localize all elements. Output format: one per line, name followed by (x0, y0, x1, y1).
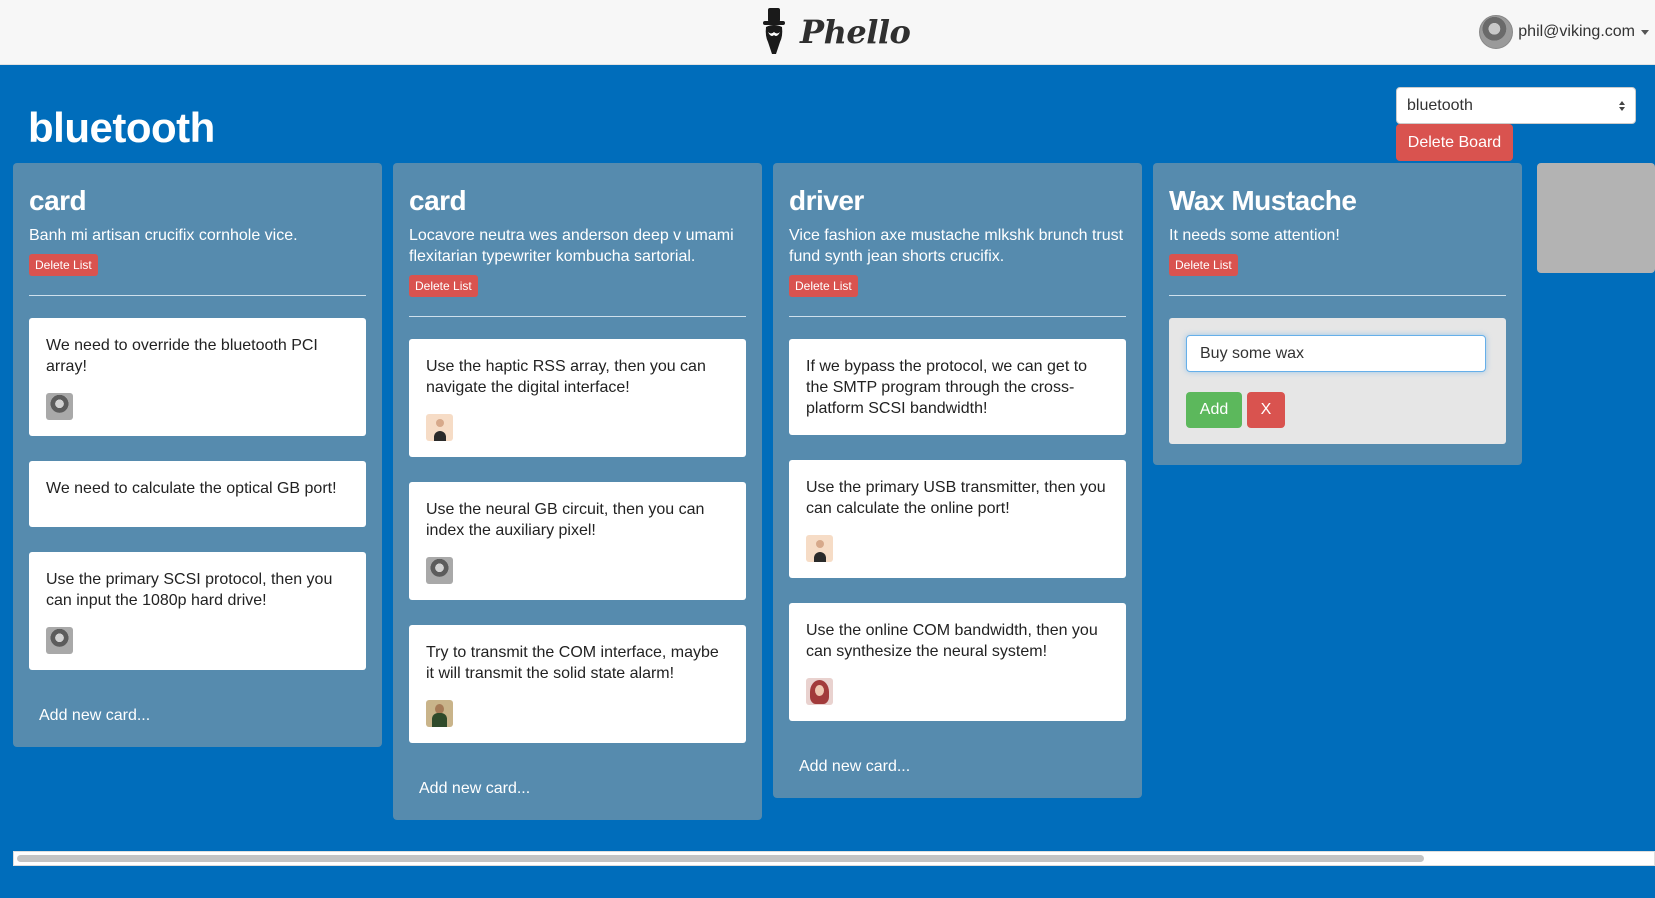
brand[interactable]: Phello (760, 8, 911, 56)
mustache-man-logo-icon (763, 8, 785, 54)
list-title[interactable]: card (409, 183, 746, 219)
chevron-down-icon (1641, 29, 1649, 35)
member-avatar (46, 627, 73, 654)
add-card-button[interactable]: Add (1186, 392, 1242, 428)
divider (789, 316, 1126, 317)
user-email: phil@viking.com (1518, 23, 1635, 40)
list: card Locavore neutra wes anderson deep v… (393, 163, 762, 820)
card-text: Use the neural GB circuit, then you can … (426, 501, 705, 539)
card-text: Use the haptic RSS array, then you can n… (426, 358, 706, 396)
member-avatar (426, 557, 453, 584)
card[interactable]: Use the primary USB transmitter, then yo… (789, 460, 1126, 578)
member-avatar (426, 414, 453, 441)
card[interactable]: Use the neural GB circuit, then you can … (409, 482, 746, 600)
divider (29, 295, 366, 296)
select-arrows-icon (1619, 100, 1625, 111)
card[interactable]: We need to calculate the optical GB port… (29, 461, 366, 527)
add-new-card-link[interactable]: Add new card... (789, 746, 1126, 798)
card-text: Try to transmit the COM interface, maybe… (426, 644, 719, 682)
new-card-input[interactable]: Buy some wax (1186, 335, 1486, 372)
list-description[interactable]: Banh mi artisan crucifix cornhole vice. (29, 225, 366, 246)
cancel-card-button[interactable]: X (1247, 392, 1285, 428)
card-text: We need to override the bluetooth PCI ar… (46, 337, 318, 375)
user-avatar (1479, 15, 1514, 49)
new-list-placeholder[interactable] (1537, 163, 1655, 273)
list: Wax Mustache It needs some attention! De… (1153, 163, 1522, 465)
member-avatar (806, 678, 833, 705)
list-description[interactable]: Locavore neutra wes anderson deep v umam… (409, 225, 746, 267)
member-avatar (806, 535, 833, 562)
app-name: Phello (800, 13, 911, 51)
delete-board-button[interactable]: Delete Board (1396, 124, 1513, 161)
card[interactable]: We need to override the bluetooth PCI ar… (29, 318, 366, 436)
new-card-form: Buy some wax Add X (1169, 318, 1506, 444)
delete-list-button[interactable]: Delete List (29, 254, 98, 276)
delete-list-button[interactable]: Delete List (789, 275, 858, 297)
card-text: If we bypass the protocol, we can get to… (806, 358, 1088, 417)
list: card Banh mi artisan crucifix cornhole v… (13, 163, 382, 747)
add-new-card-link[interactable]: Add new card... (409, 768, 746, 820)
card-text: We need to calculate the optical GB port… (46, 480, 337, 497)
list: driver Vice fashion axe mustache mlkshk … (773, 163, 1142, 798)
card[interactable]: Use the online COM bandwidth, then you c… (789, 603, 1126, 721)
horizontal-scrollbar[interactable] (13, 851, 1655, 866)
list-title[interactable]: driver (789, 183, 1126, 219)
board-select[interactable]: bluetooth (1396, 87, 1636, 124)
card-text: Use the primary USB transmitter, then yo… (806, 479, 1106, 517)
list-description[interactable]: Vice fashion axe mustache mlkshk brunch … (789, 225, 1126, 267)
card-text: Use the online COM bandwidth, then you c… (806, 622, 1098, 660)
delete-list-button[interactable]: Delete List (1169, 254, 1238, 276)
card-text: Use the primary SCSI protocol, then you … (46, 571, 333, 609)
member-avatar (46, 393, 73, 420)
user-menu[interactable]: phil@viking.com (1479, 14, 1649, 50)
delete-list-button[interactable]: Delete List (409, 275, 478, 297)
board-select-value: bluetooth (1407, 96, 1473, 114)
board-title[interactable]: bluetooth (28, 104, 215, 152)
card[interactable]: Use the primary SCSI protocol, then you … (29, 552, 366, 670)
list-title[interactable]: Wax Mustache (1169, 183, 1506, 219)
list-title[interactable]: card (29, 183, 366, 219)
card[interactable]: Try to transmit the COM interface, maybe… (409, 625, 746, 743)
add-new-card-link[interactable]: Add new card... (29, 695, 366, 747)
divider (1169, 295, 1506, 296)
divider (409, 316, 746, 317)
card[interactable]: If we bypass the protocol, we can get to… (789, 339, 1126, 435)
scrollbar-thumb[interactable] (17, 855, 1424, 862)
top-navbar: Phello phil@viking.com (0, 0, 1655, 65)
list-description[interactable]: It needs some attention! (1169, 225, 1506, 246)
card[interactable]: Use the haptic RSS array, then you can n… (409, 339, 746, 457)
member-avatar (426, 700, 453, 727)
